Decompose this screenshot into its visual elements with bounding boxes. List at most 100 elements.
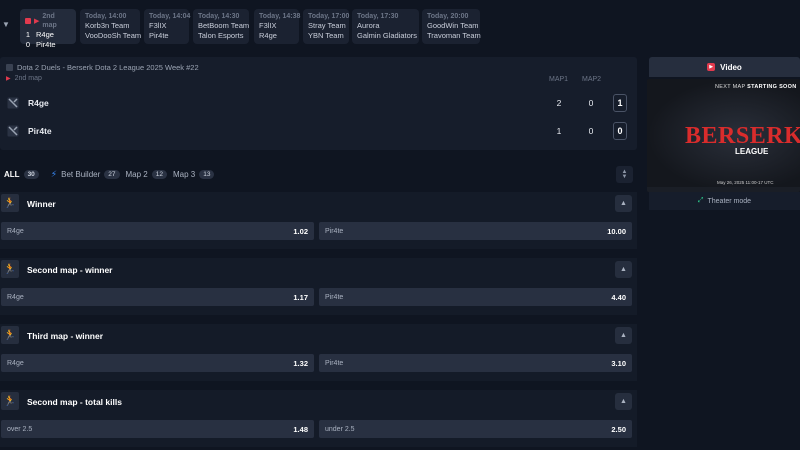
match-team: R4ge <box>259 31 277 40</box>
odds-value: 1.32 <box>293 358 308 368</box>
theater-mode-button[interactable]: ⤢ Theater mode <box>649 192 800 210</box>
odds-button[interactable]: R4ge 1.17 <box>1 288 314 306</box>
collapse-button[interactable]: ▲ <box>615 393 632 410</box>
match-team: Aurora <box>357 21 380 30</box>
live-match-card[interactable]: ▶ 2nd map 1 R4ge 0 Pir4te <box>20 9 76 49</box>
live-row: ▶ 2nd map <box>25 12 71 30</box>
video-label: Video <box>720 62 742 72</box>
odds-label: under 2.5 <box>325 425 355 433</box>
esports-icon: 🏃 <box>1 326 19 344</box>
map1-header: MAP1 <box>549 76 569 83</box>
upcoming-match-card[interactable]: Today, 17:30 Aurora Galmin Gladiators <box>352 9 419 44</box>
match-time: Today, 14:30 <box>198 13 240 20</box>
chevron-down-icon: ▼ <box>621 173 628 180</box>
match-team: BetBoom Team <box>198 21 250 30</box>
total-score: 1 <box>613 94 627 112</box>
event-title-row: Dota 2 Duels - Berserk Dota 2 League 202… <box>6 63 199 72</box>
market-header[interactable]: 🏃 Winner ▲ <box>0 192 637 216</box>
odds-button[interactable]: R4ge 1.02 <box>1 222 314 240</box>
market-header[interactable]: 🏃 Second map - winner ▲ <box>0 258 637 282</box>
odds-value: 3.10 <box>611 358 626 368</box>
market-title: Second map - total kills <box>27 397 122 407</box>
odds-value: 1.17 <box>293 292 308 302</box>
match-strip: ▼ ▶ 2nd map 1 R4ge 0 Pir4te Today, 14:00… <box>0 0 800 50</box>
odds-button[interactable]: Pir4te 3.10 <box>319 354 632 372</box>
video-date: May 26, 2025 11:00-17 UTC <box>717 180 774 185</box>
odds-button[interactable]: Pir4te 4.40 <box>319 288 632 306</box>
odds-button[interactable]: R4ge 1.32 <box>1 354 314 372</box>
live-score: 0 <box>25 40 30 49</box>
expand-icon: ⤢ <box>697 197 704 204</box>
match-team: Korb3n Team <box>85 21 130 30</box>
collapse-button[interactable]: ▲ <box>615 327 632 344</box>
market-header[interactable]: 🏃 Second map - total kills ▲ <box>0 390 637 414</box>
odds-label: R4ge <box>7 227 24 235</box>
match-team: Pir4te <box>149 31 169 40</box>
tab-label: Map 3 <box>172 169 196 179</box>
odds-label: over 2.5 <box>7 425 33 433</box>
league-label: LEAGUE <box>735 147 769 156</box>
collapse-button[interactable]: ▲ <box>615 261 632 278</box>
live-team-row: 0 Pir4te <box>25 40 71 50</box>
market-second-map-winner: 🏃 Second map - winner ▲ R4ge 1.17 Pir4te… <box>0 258 637 315</box>
map2-score: 0 <box>588 98 594 108</box>
odds-label: Pir4te <box>325 293 344 301</box>
tab-count: 30 <box>23 169 39 179</box>
live-stream-icon: ▶ <box>33 17 40 25</box>
match-team: F3lIX <box>259 21 277 30</box>
upcoming-match-card[interactable]: Today, 14:00 Korb3n Team VooDooSh Team <box>80 9 141 44</box>
team-name: R4ge <box>28 98 49 108</box>
event-title[interactable]: Dota 2 Duels - Berserk Dota 2 League 202… <box>17 63 199 72</box>
match-team: Galmin Gladiators <box>357 31 418 40</box>
upcoming-match-card[interactable]: Today, 14:30 BetBoom Team Talon Esports <box>193 9 249 44</box>
upcoming-match-card[interactable]: Today, 20:00 GoodWin Team Travoman Team <box>422 9 481 44</box>
map1-score: 2 <box>556 98 562 108</box>
dota-icon <box>6 64 13 71</box>
live-team-row: 1 R4ge <box>25 30 71 40</box>
chevron-up-icon: ▲ <box>620 266 627 273</box>
match-team: Stray Team <box>308 21 346 30</box>
odds-value: 1.02 <box>293 226 308 236</box>
market-title: Second map - winner <box>27 265 113 275</box>
tab-map-2[interactable]: Map 2 12 <box>125 169 167 179</box>
tab-all[interactable]: ALL 30 <box>4 169 39 179</box>
collapse-button[interactable]: ▲ <box>615 195 632 212</box>
odds-button[interactable]: under 2.5 2.50 <box>319 420 632 438</box>
live-map-label: 2nd map <box>42 13 57 29</box>
tab-label: Map 2 <box>125 169 148 179</box>
match-team: YBN Team <box>308 31 344 40</box>
team-logo-icon <box>6 96 20 110</box>
market-winner: 🏃 Winner ▲ R4ge 1.02 Pir4te 10.00 <box>0 192 637 249</box>
match-team: Travoman Team <box>427 31 481 40</box>
chevron-up-icon: ▲ <box>620 332 627 339</box>
odds-button[interactable]: over 2.5 1.48 <box>1 420 314 438</box>
expand-collapse-all-button[interactable]: ▲ ▼ <box>616 166 633 183</box>
tab-bet-builder[interactable]: ⚡ Bet Builder 27 <box>51 169 120 180</box>
match-team: GoodWin Team <box>427 21 479 30</box>
market-header[interactable]: 🏃 Third map - winner ▲ <box>0 324 637 348</box>
odds-label: Pir4te <box>325 359 344 367</box>
team-row: Pir4te 1 0 0 <box>6 121 631 141</box>
upcoming-match-card[interactable]: Today, 14:38 F3lIX R4ge <box>254 9 300 44</box>
upcoming-match-card[interactable]: Today, 17:00 Stray Team YBN Team <box>303 9 349 44</box>
match-time: Today, 17:30 <box>357 13 399 20</box>
live-score: 1 <box>25 30 30 39</box>
video-player[interactable]: NEXT MAP STARTING SOON BERSERK LEAGUE Ma… <box>647 79 800 192</box>
team-name: Pir4te <box>28 126 52 136</box>
play-icon: ▶ <box>707 63 716 71</box>
upcoming-match-card[interactable]: Today, 14:04 F3lIX Pir4te <box>144 9 190 44</box>
live-stream-icon: ▶ <box>6 76 11 82</box>
video-status-prefix: NEXT MAP <box>715 84 746 90</box>
odds-button[interactable]: Pir4te 10.00 <box>319 222 632 240</box>
chevron-down-icon[interactable]: ▼ <box>2 20 12 29</box>
market-tabs: ALL 30 ⚡ Bet Builder 27 Map 2 12 Map 3 1… <box>4 166 215 182</box>
match-status-row: ▶ 2nd map <box>6 75 42 82</box>
match-status: 2nd map <box>14 75 42 82</box>
odds-value: 10.00 <box>607 226 626 236</box>
esports-icon: 🏃 <box>1 260 19 278</box>
odds-label: R4ge <box>7 359 24 367</box>
esports-icon: 🏃 <box>1 392 19 410</box>
dota-icon <box>25 18 31 24</box>
tab-map-3[interactable]: Map 3 13 <box>172 169 215 179</box>
video-tab[interactable]: ▶ Video <box>649 57 800 77</box>
